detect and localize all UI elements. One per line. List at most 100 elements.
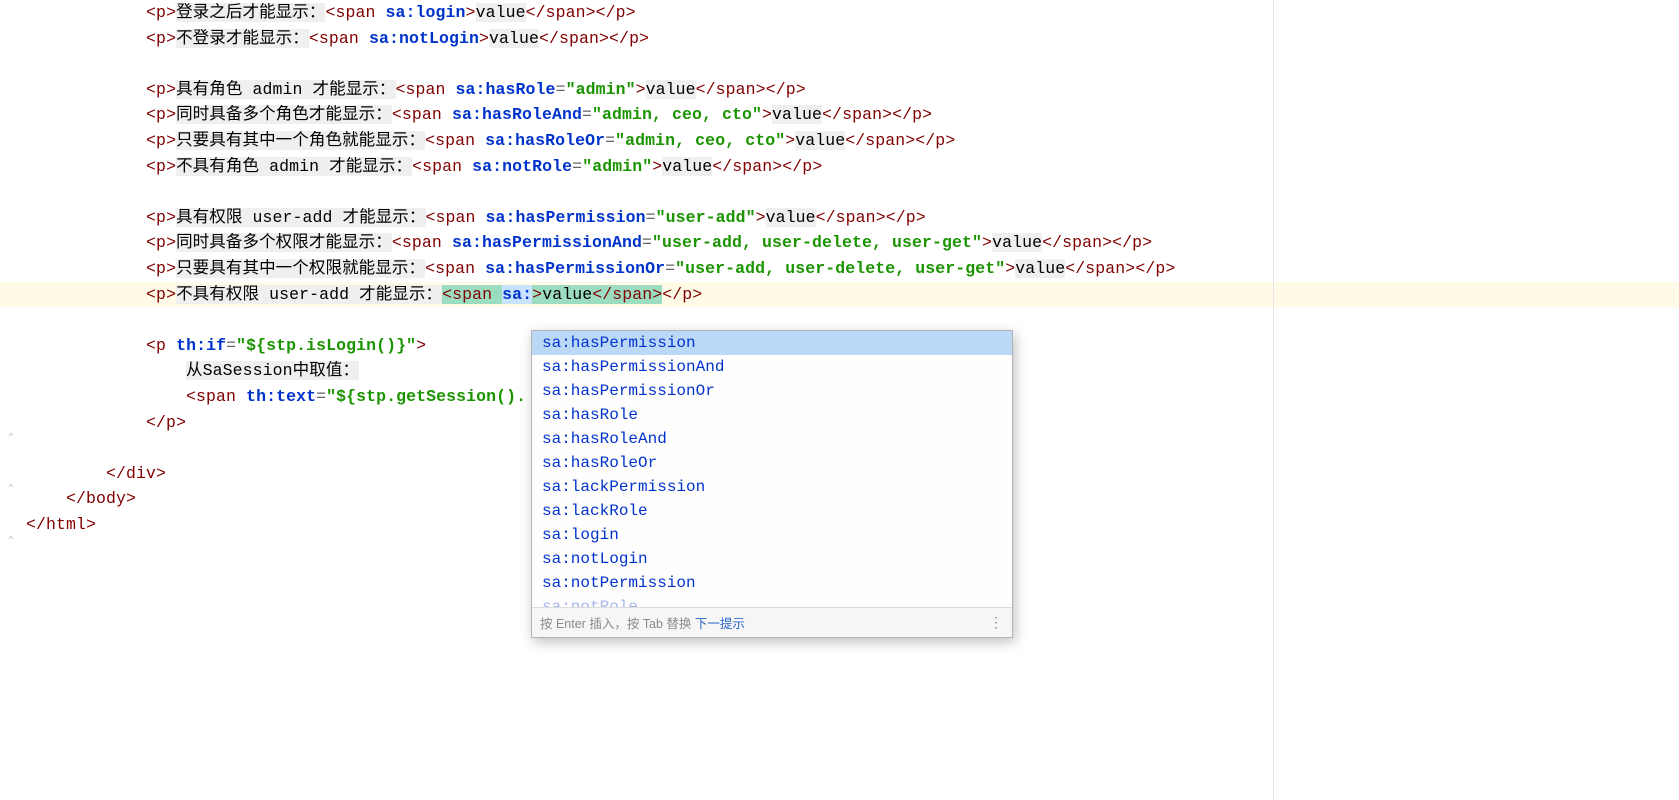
code-token: < — [412, 157, 422, 176]
code-token: </ — [712, 157, 732, 176]
autocomplete-item[interactable]: sa:hasRoleAnd — [532, 427, 1012, 451]
code-token: </ — [596, 3, 616, 22]
autocomplete-item[interactable]: sa:hasPermission — [532, 331, 1012, 355]
code-line[interactable]: <p>不具有权限 user-add 才能显示：<span sa:>value</… — [24, 282, 1679, 308]
autocomplete-item[interactable]: sa:hasRoleOr — [532, 451, 1012, 475]
autocomplete-item[interactable]: sa:login — [532, 523, 1012, 547]
autocomplete-item-overflow[interactable]: sa:notRole — [532, 595, 1012, 607]
code-line[interactable]: <p>同时具备多个角色才能显示：<span sa:hasRoleAnd="adm… — [24, 102, 1679, 128]
code-token: = — [646, 208, 656, 227]
code-token: 不具有角色 admin 才能显示： — [176, 157, 412, 176]
code-token: p — [616, 3, 626, 22]
code-token: > — [466, 3, 476, 22]
code-token: < — [146, 285, 156, 304]
code-token: < — [146, 80, 156, 99]
code-token: > — [639, 29, 649, 48]
code-token: span — [435, 259, 475, 278]
code-token — [446, 80, 456, 99]
fold-toggle-icon[interactable]: ⌃ — [4, 432, 18, 446]
code-token: sa:hasRoleOr — [485, 131, 605, 150]
autocomplete-item[interactable]: sa:lackRole — [532, 499, 1012, 523]
code-token: span — [559, 29, 599, 48]
code-token: > — [905, 131, 915, 150]
code-token: > — [876, 208, 886, 227]
code-token: > — [796, 80, 806, 99]
autocomplete-item[interactable]: sa:hasPermissionOr — [532, 379, 1012, 403]
code-token: > — [626, 3, 636, 22]
autocomplete-popup[interactable]: sa:hasPermissionsa:hasPermissionAndsa:ha… — [531, 330, 1013, 638]
code-token: value — [766, 208, 816, 227]
autocomplete-hint: 按 Enter 插入，按 Tab 替换 下一提示 — [540, 613, 745, 632]
code-token: 从SaSession中取值： — [186, 361, 359, 380]
autocomplete-next-hint[interactable]: 下一提示 — [691, 617, 744, 631]
code-token: "admin" — [566, 80, 636, 99]
code-token: = — [316, 387, 326, 406]
code-token: span — [836, 208, 876, 227]
code-token: > — [166, 105, 176, 124]
code-token: span — [716, 80, 756, 99]
code-token: > — [126, 489, 136, 508]
code-token: = — [582, 105, 592, 124]
code-token: value — [772, 105, 822, 124]
code-token: p — [1155, 259, 1165, 278]
code-line[interactable] — [24, 51, 1679, 77]
code-token: </ — [539, 29, 559, 48]
code-token: > — [945, 131, 955, 150]
code-token: > — [166, 233, 176, 252]
code-token: value — [542, 285, 592, 304]
code-token: 只要具有其中一个角色就能显示： — [176, 131, 425, 150]
code-token: span — [452, 285, 492, 304]
code-line[interactable]: <p>不具有角色 admin 才能显示：<span sa:notRole="ad… — [24, 154, 1679, 180]
code-token: </ — [662, 285, 682, 304]
code-token: < — [146, 336, 156, 355]
fold-toggle-icon[interactable]: ⌃ — [4, 483, 18, 497]
code-token: th:if — [176, 336, 226, 355]
code-token — [376, 3, 386, 22]
code-token: value — [1015, 259, 1065, 278]
code-token: > — [762, 105, 772, 124]
code-token: span — [732, 157, 772, 176]
code-token: sa:hasRoleAnd — [452, 105, 582, 124]
code-token: > — [1005, 259, 1015, 278]
code-token: </ — [1065, 259, 1085, 278]
code-line[interactable]: <p>具有角色 admin 才能显示：<span sa:hasRole="adm… — [24, 77, 1679, 103]
code-token: > — [756, 80, 766, 99]
code-token: > — [532, 285, 542, 304]
code-line[interactable]: <p>同时具备多个权限才能显示：<span sa:hasPermissionAn… — [24, 230, 1679, 256]
code-token: th:text — [246, 387, 316, 406]
code-line[interactable]: <p>具有权限 user-add 才能显示：<span sa:hasPermis… — [24, 205, 1679, 231]
code-line[interactable] — [24, 307, 1679, 333]
code-token: p — [156, 259, 166, 278]
code-token: = — [605, 131, 615, 150]
autocomplete-footer: 按 Enter 插入，按 Tab 替换 下一提示 ⋮ — [532, 607, 1012, 637]
code-token: html — [46, 515, 86, 534]
autocomplete-item[interactable]: sa:hasPermissionAnd — [532, 355, 1012, 379]
code-token: > — [599, 29, 609, 48]
code-token: < — [425, 259, 435, 278]
code-token: < — [146, 157, 156, 176]
code-token: 同时具备多个权限才能显示： — [176, 233, 392, 252]
code-token: </ — [886, 208, 906, 227]
fold-toggle-icon[interactable]: ⌃ — [4, 535, 18, 549]
code-line[interactable]: <p>只要具有其中一个权限就能显示：<span sa:hasPermission… — [24, 256, 1679, 282]
code-token: > — [652, 157, 662, 176]
code-line[interactable]: <p>只要具有其中一个角色就能显示：<span sa:hasRoleOr="ad… — [24, 128, 1679, 154]
code-token: = — [572, 157, 582, 176]
code-token: p — [156, 29, 166, 48]
autocomplete-item[interactable]: sa:notLogin — [532, 547, 1012, 571]
code-token: > — [756, 208, 766, 227]
autocomplete-item[interactable]: sa:hasRole — [532, 403, 1012, 427]
code-line[interactable] — [24, 179, 1679, 205]
autocomplete-item[interactable]: sa:lackPermission — [532, 475, 1012, 499]
code-token: > — [982, 233, 992, 252]
code-line[interactable]: <p>登录之后才能显示：<span sa:login>value</span><… — [24, 0, 1679, 26]
code-token: sa:hasPermissionAnd — [452, 233, 642, 252]
code-token: p — [156, 105, 166, 124]
code-line[interactable]: <p>不登录才能显示：<span sa:notLogin>value</span… — [24, 26, 1679, 52]
autocomplete-item[interactable]: sa:notPermission — [532, 571, 1012, 595]
code-token: span — [402, 233, 442, 252]
editor-gutter: ⌃ ⌃ ⌃ — [0, 0, 24, 800]
more-options-icon[interactable]: ⋮ — [989, 614, 1004, 631]
vertical-scrollbar[interactable] — [1667, 0, 1675, 800]
code-token: = — [665, 259, 675, 278]
